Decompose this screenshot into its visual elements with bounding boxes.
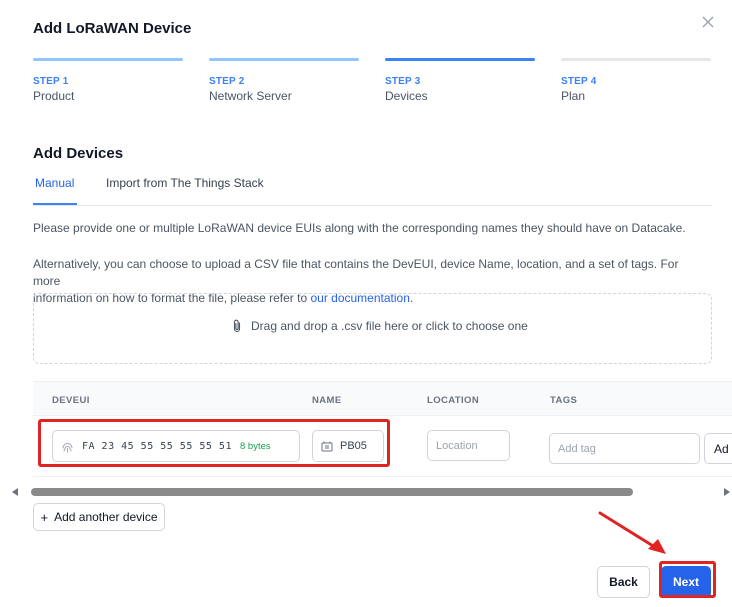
scroll-right-arrow-icon — [724, 488, 730, 496]
step-1-bar — [33, 58, 183, 61]
add-another-device-label: Add another device — [54, 510, 158, 524]
dropzone-label: Drag and drop a .csv file here or click … — [251, 319, 528, 333]
annotation-arrow-icon — [598, 511, 666, 554]
section-title: Add Devices — [33, 145, 124, 162]
paperclip-icon — [233, 319, 241, 333]
scrollbar-thumb[interactable] — [31, 488, 633, 496]
scroll-left-arrow-icon — [12, 488, 18, 496]
csv-help-line-1: Alternatively, you can choose to upload … — [33, 257, 679, 288]
step-4-bar — [561, 58, 711, 61]
step-2: STEP 2 Network Server — [209, 58, 359, 103]
column-header-deveui: DEVEUI — [52, 395, 90, 406]
step-3: STEP 3 Devices — [385, 58, 535, 103]
location-input[interactable]: Location — [427, 430, 510, 461]
annotation-highlight-row — [38, 419, 390, 467]
row-divider — [33, 476, 732, 477]
step-2-bar — [209, 58, 359, 61]
step-4: STEP 4 Plan — [561, 58, 711, 103]
column-header-location: LOCATION — [427, 395, 480, 406]
device-table-header — [33, 381, 732, 416]
step-3-number: STEP 3 — [385, 76, 421, 87]
dropzone-content[interactable]: Drag and drop a .csv file here or click … — [231, 319, 528, 333]
step-3-label: Devices — [385, 89, 428, 103]
step-4-label: Plan — [561, 89, 586, 103]
step-1: STEP 1 Product — [33, 58, 183, 103]
tab-active-indicator — [33, 203, 77, 205]
description-text: Please provide one or multiple LoRaWAN d… — [33, 221, 686, 235]
tab-manual[interactable]: Manual — [35, 176, 74, 190]
column-header-name: NAME — [312, 395, 342, 406]
tag-placeholder: Add tag — [558, 442, 596, 455]
plus-icon: + — [40, 509, 49, 525]
step-2-label: Network Server — [209, 89, 292, 103]
add-tag-button[interactable]: Ad — [704, 433, 732, 464]
back-button[interactable]: Back — [597, 566, 650, 598]
close-icon[interactable] — [700, 14, 716, 30]
modal-title: Add LoRaWAN Device — [33, 20, 192, 37]
tag-input[interactable]: Add tag — [549, 433, 700, 464]
add-another-device-button[interactable]: + Add another device — [33, 503, 165, 531]
step-2-number: STEP 2 — [209, 76, 245, 87]
column-header-tags: TAGS — [550, 395, 578, 406]
location-placeholder: Location — [436, 439, 478, 452]
step-1-number: STEP 1 — [33, 76, 69, 87]
tabs-divider — [33, 205, 712, 206]
step-3-bar — [385, 58, 535, 61]
step-4-number: STEP 4 — [561, 76, 597, 87]
tab-import[interactable]: Import from The Things Stack — [106, 176, 264, 190]
step-1-label: Product — [33, 89, 75, 103]
annotation-highlight-next — [659, 561, 716, 598]
